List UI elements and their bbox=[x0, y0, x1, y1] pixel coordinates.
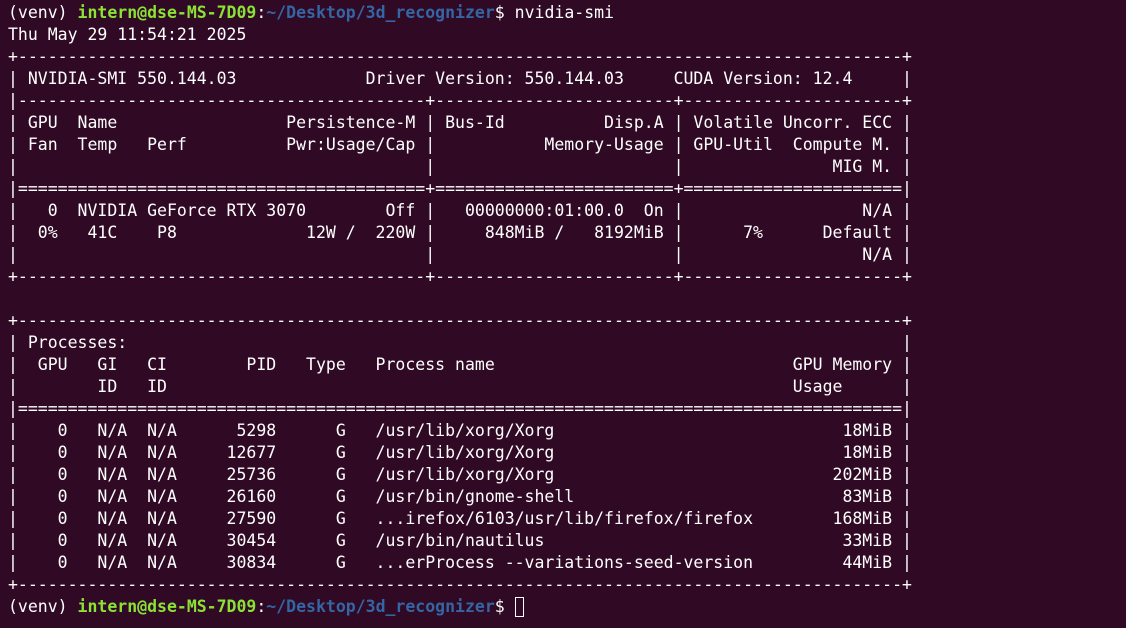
output-line: | GPU GI CI PID Type Process name GPU Me… bbox=[8, 355, 912, 374]
output-line: +---------------------------------------… bbox=[8, 311, 912, 330]
prompt-user-host: intern@dse-MS-7D09 bbox=[77, 597, 257, 616]
timestamp-line: Thu May 29 11:54:21 2025 bbox=[8, 25, 247, 44]
output-line: |---------------------------------------… bbox=[8, 91, 912, 110]
venv-indicator: (venv) bbox=[8, 597, 78, 616]
prompt-user-host: intern@dse-MS-7D09 bbox=[77, 3, 257, 22]
prompt-symbol: $ bbox=[494, 3, 515, 22]
output-line: | 0 N/A N/A 27590 G ...irefox/6103/usr/l… bbox=[8, 509, 912, 528]
output-line: | NVIDIA-SMI 550.144.03 Driver Version: … bbox=[8, 69, 912, 88]
output-line: | 0 N/A N/A 26160 G /usr/bin/gnome-shell… bbox=[8, 487, 912, 506]
output-line: | ID ID Usage | bbox=[8, 377, 912, 396]
output-line: |=======================================… bbox=[8, 179, 912, 198]
prompt-path: ~/Desktop/3d_recognizer bbox=[266, 3, 495, 22]
output-line: |=======================================… bbox=[8, 399, 912, 418]
output-line: | GPU Name Persistence-M | Bus-Id Disp.A… bbox=[8, 113, 912, 132]
prompt-colon: : bbox=[256, 3, 267, 22]
output-line: | Fan Temp Perf Pwr:Usage/Cap | Memory-U… bbox=[8, 135, 912, 154]
prompt-path: ~/Desktop/3d_recognizer bbox=[266, 597, 495, 616]
terminal-window[interactable]: (venv) intern@dse-MS-7D09:~/Desktop/3d_r… bbox=[0, 0, 1126, 628]
output-line: | 0 N/A N/A 30834 G ...erProcess --varia… bbox=[8, 553, 912, 572]
active-prompt-line[interactable]: (venv) intern@dse-MS-7D09:~/Desktop/3d_r… bbox=[8, 596, 1126, 618]
command-output: +---------------------------------------… bbox=[8, 46, 1126, 596]
command-text: nvidia-smi bbox=[514, 3, 614, 22]
output-line: +---------------------------------------… bbox=[8, 575, 912, 594]
venv-indicator: (venv) bbox=[8, 3, 78, 22]
output-line: | 0% 41C P8 12W / 220W | 848MiB / 8192Mi… bbox=[8, 223, 912, 242]
prompt-colon: : bbox=[256, 597, 267, 616]
output-line: | 0 N/A N/A 5298 G /usr/lib/xorg/Xorg 18… bbox=[8, 421, 912, 440]
prompt-symbol: $ bbox=[494, 597, 515, 616]
output-line: | 0 N/A N/A 12677 G /usr/lib/xorg/Xorg 1… bbox=[8, 443, 912, 462]
text-cursor[interactable] bbox=[514, 597, 524, 617]
output-line: | 0 NVIDIA GeForce RTX 3070 Off | 000000… bbox=[8, 201, 912, 220]
output-line: | Processes: | bbox=[8, 333, 912, 352]
output-line: | 0 N/A N/A 25736 G /usr/lib/xorg/Xorg 2… bbox=[8, 465, 912, 484]
output-line: | | | N/A | bbox=[8, 245, 912, 264]
command-prompt-line: (venv) intern@dse-MS-7D09:~/Desktop/3d_r… bbox=[8, 2, 1126, 24]
output-line: +---------------------------------------… bbox=[8, 267, 912, 286]
output-line: | | | MIG M. | bbox=[8, 157, 912, 176]
output-line: +---------------------------------------… bbox=[8, 47, 912, 66]
output-line: | 0 N/A N/A 30454 G /usr/bin/nautilus 33… bbox=[8, 531, 912, 550]
